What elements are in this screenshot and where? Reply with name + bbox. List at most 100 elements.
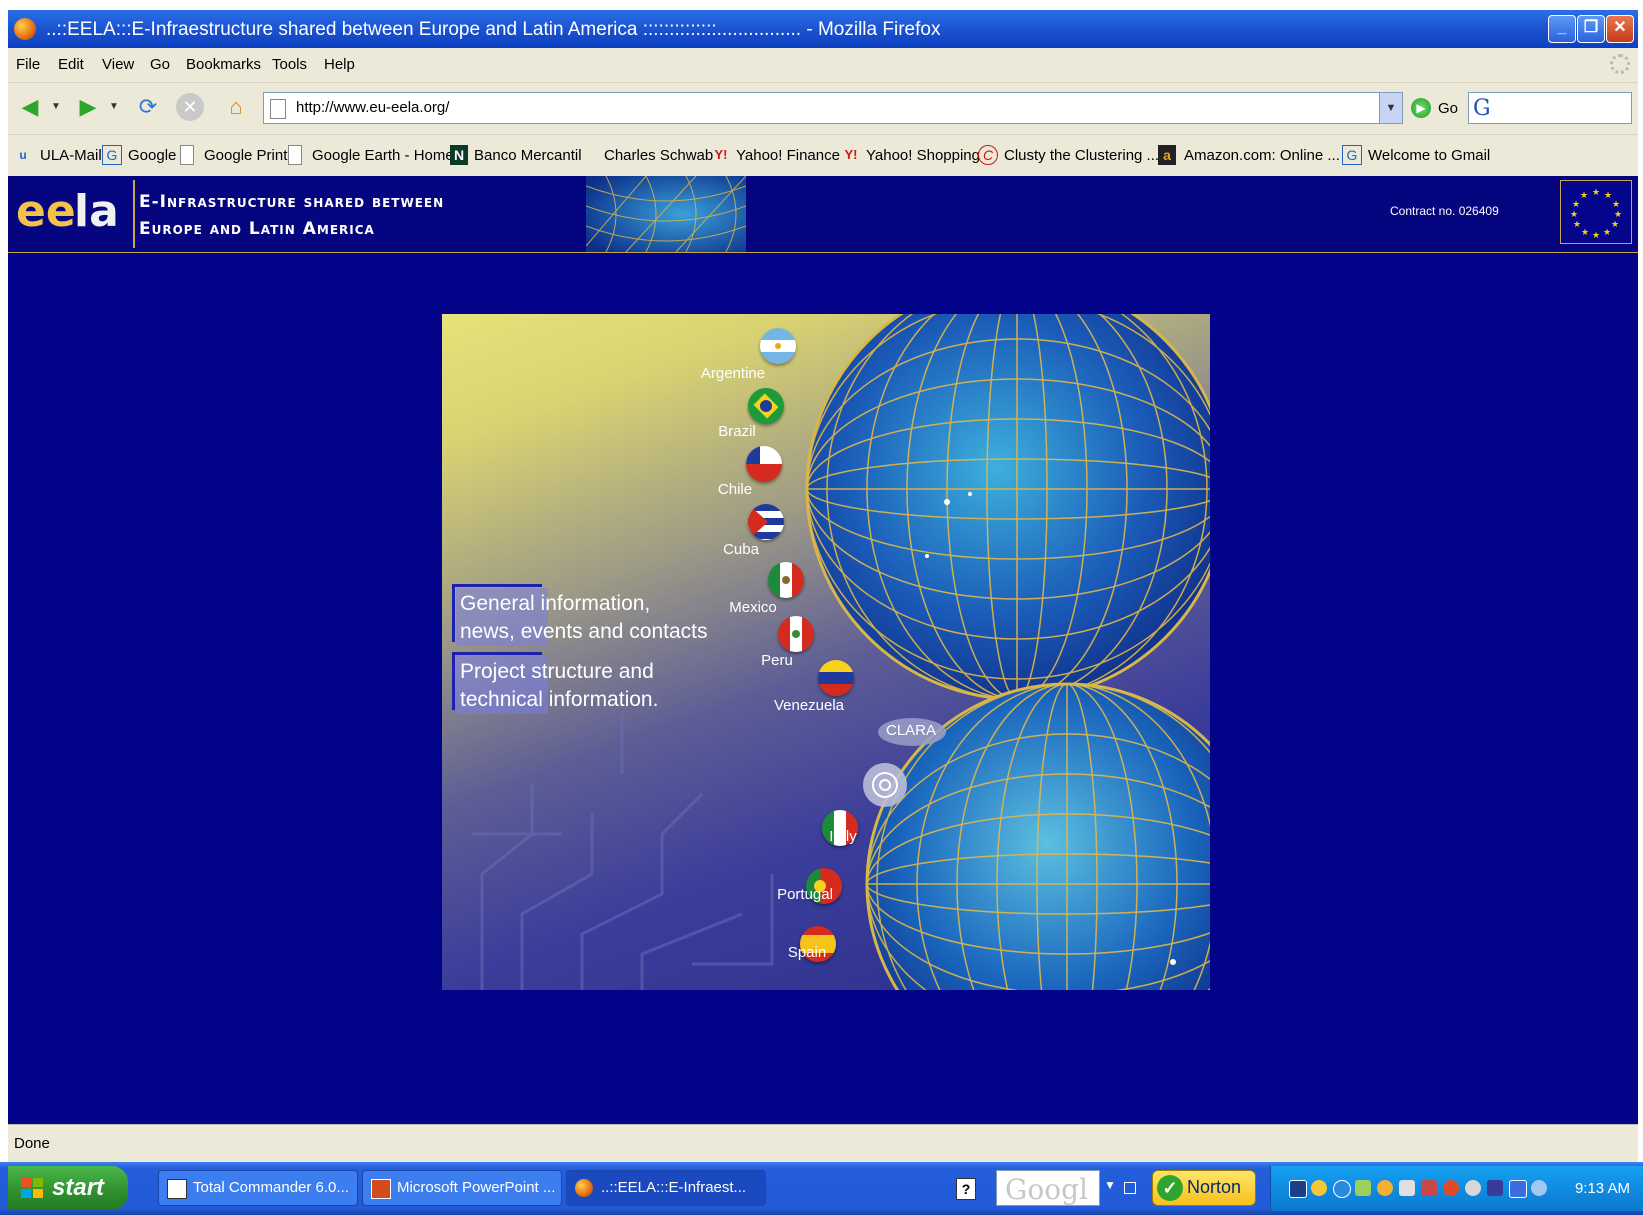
tray-security-icon[interactable] (1421, 1180, 1437, 1196)
eu-flag-icon: ★ ★ ★ ★ ★ ★ ★ ★ ★ ★ ★ ★ (1560, 180, 1632, 244)
tray-display-icon[interactable] (1509, 1180, 1527, 1198)
tray-update-icon[interactable] (1443, 1180, 1459, 1196)
tray-usb-icon[interactable] (1487, 1180, 1503, 1196)
country-cuba-label[interactable]: Cuba (696, 541, 786, 558)
country-peru-label[interactable]: Peru (732, 652, 822, 669)
norton-button[interactable]: ✓ Norton (1152, 1170, 1256, 1206)
task-total-commander[interactable]: Total Commander 6.0... (158, 1170, 358, 1206)
back-dropdown-icon[interactable]: ▼ (48, 91, 64, 123)
menu-view[interactable]: View (102, 56, 134, 73)
project-structure-link[interactable]: Project structure and technical informat… (452, 652, 732, 714)
status-text: Done (14, 1135, 50, 1152)
bookmark-google[interactable]: Google (128, 147, 176, 164)
tray-firefox-icon[interactable] (1333, 1180, 1351, 1198)
tray-tools-icon[interactable] (1465, 1180, 1481, 1196)
stop-icon[interactable]: ✕ (176, 93, 204, 121)
url-bar[interactable]: http://www.eu-eela.org/ ▼ (263, 92, 1403, 124)
menu-help[interactable]: Help (324, 56, 355, 73)
start-button[interactable]: start (8, 1166, 128, 1210)
deskbar-dropdown-icon[interactable]: ▼ (1104, 1178, 1116, 1192)
bookmark-gmail[interactable]: Welcome to Gmail (1368, 147, 1490, 164)
bookmark-ula-mail[interactable]: ULA-Mail (40, 147, 102, 164)
tray-antenna-icon[interactable] (1355, 1180, 1371, 1196)
project-structure-line2: technical information. (460, 688, 659, 711)
country-italy-label[interactable]: Italy (798, 828, 888, 845)
page-icon (270, 99, 286, 119)
forward-icon[interactable]: ▶ (72, 91, 104, 123)
flag-chile-icon[interactable] (746, 446, 782, 482)
bookmark-google-print[interactable]: Google Print (204, 147, 287, 164)
windows-taskbar: start Total Commander 6.0... Microsoft P… (0, 1162, 1643, 1215)
back-icon[interactable]: ◀ (14, 91, 46, 123)
task-powerpoint[interactable]: Microsoft PowerPoint ... (362, 1170, 562, 1206)
help-icon[interactable]: ? (956, 1178, 976, 1200)
bookmark-amazon[interactable]: Amazon.com: Online ... (1184, 147, 1340, 164)
country-argentine-label[interactable]: Argentine (688, 365, 778, 382)
svg-text:★: ★ (1614, 210, 1622, 220)
eela-logo[interactable]: ee la (12, 180, 130, 248)
flag-mexico-icon[interactable] (768, 562, 804, 598)
flag-cuba-icon[interactable] (748, 504, 784, 540)
search-input[interactable]: G (1468, 92, 1632, 124)
bookmark-banco-mercantil[interactable]: Banco Mercantil (474, 147, 582, 164)
status-bar: Done (8, 1124, 1638, 1163)
svg-text:★: ★ (1581, 228, 1589, 238)
country-chile-label[interactable]: Chile (690, 481, 780, 498)
go-icon[interactable]: ▶ (1411, 98, 1431, 118)
cern-logo-icon[interactable] (863, 763, 907, 807)
google-deskbar-logo: Googl (1005, 1173, 1088, 1206)
go-button[interactable]: Go (1438, 100, 1458, 117)
tray-network-icon[interactable] (1289, 1180, 1307, 1198)
google-icon: G (102, 145, 122, 165)
google-deskbar-input[interactable]: Googl (996, 1170, 1100, 1206)
logo-divider (133, 180, 135, 248)
forward-dropdown-icon[interactable]: ▼ (106, 91, 122, 123)
flag-argentine-icon[interactable] (760, 328, 796, 364)
throbber-icon (1610, 54, 1630, 74)
flag-peru-icon[interactable] (778, 616, 814, 652)
restore-button[interactable]: ❐ (1577, 15, 1605, 43)
svg-text:★: ★ (1573, 220, 1581, 230)
menu-bookmarks[interactable]: Bookmarks (186, 56, 261, 73)
reload-icon[interactable]: ⟳ (132, 91, 164, 123)
tray-messenger-icon[interactable] (1377, 1180, 1393, 1196)
yahoo-icon: Y! (844, 147, 858, 162)
task-firefox[interactable]: ..::EELA:::E-Infraest... (566, 1170, 766, 1206)
bookmark-clusty[interactable]: Clusty the Clustering ... (1004, 147, 1159, 164)
clara-logo[interactable]: CLARA (886, 722, 936, 739)
flag-venezuela-icon[interactable] (818, 660, 854, 696)
country-portugal-label[interactable]: Portugal (760, 886, 850, 903)
menu-edit[interactable]: Edit (58, 56, 84, 73)
general-information-link[interactable]: General information, news, events and co… (452, 584, 732, 646)
menu-go[interactable]: Go (150, 56, 170, 73)
start-label: start (52, 1174, 105, 1201)
bookmark-google-earth[interactable]: Google Earth - Home (312, 147, 454, 164)
menu-file[interactable]: File (16, 56, 40, 73)
deskbar-options-icon[interactable] (1124, 1182, 1136, 1194)
bookmark-yahoo-finance[interactable]: Yahoo! Finance (736, 147, 840, 164)
menu-tools[interactable]: Tools (272, 56, 307, 73)
bookmark-yahoo-shopping[interactable]: Yahoo! Shopping (866, 147, 980, 164)
tray-norton-icon[interactable] (1311, 1180, 1327, 1196)
svg-text:★: ★ (1611, 220, 1619, 230)
taskbar-clock[interactable]: 9:13 AM (1575, 1180, 1630, 1197)
svg-text:★: ★ (1570, 210, 1578, 220)
minimize-button[interactable]: _ (1548, 15, 1576, 43)
country-spain-label[interactable]: Spain (762, 944, 852, 961)
svg-text:★: ★ (1604, 191, 1612, 201)
tray-volume-icon[interactable] (1399, 1180, 1415, 1196)
url-history-dropdown-icon[interactable]: ▼ (1379, 93, 1402, 123)
country-brazil-label[interactable]: Brazil (692, 423, 782, 440)
country-venezuela-label[interactable]: Venezuela (764, 697, 854, 714)
clusty-icon: C (978, 145, 998, 165)
bookmark-charles-schwab[interactable]: Charles Schwab (604, 147, 713, 164)
header-globe-graphic (586, 176, 746, 252)
window-titlebar[interactable]: ..::EELA:::E-Infraestructure shared betw… (8, 10, 1638, 48)
tray-bluetooth-icon[interactable] (1531, 1180, 1547, 1196)
flag-brazil-icon[interactable] (748, 388, 784, 424)
country-mexico-label[interactable]: Mexico (708, 599, 798, 616)
google-search-icon[interactable]: G (1473, 96, 1491, 121)
close-button[interactable]: ✕ (1606, 15, 1634, 43)
general-info-line1: General information, (460, 592, 651, 615)
home-icon[interactable]: ⌂ (220, 91, 252, 123)
